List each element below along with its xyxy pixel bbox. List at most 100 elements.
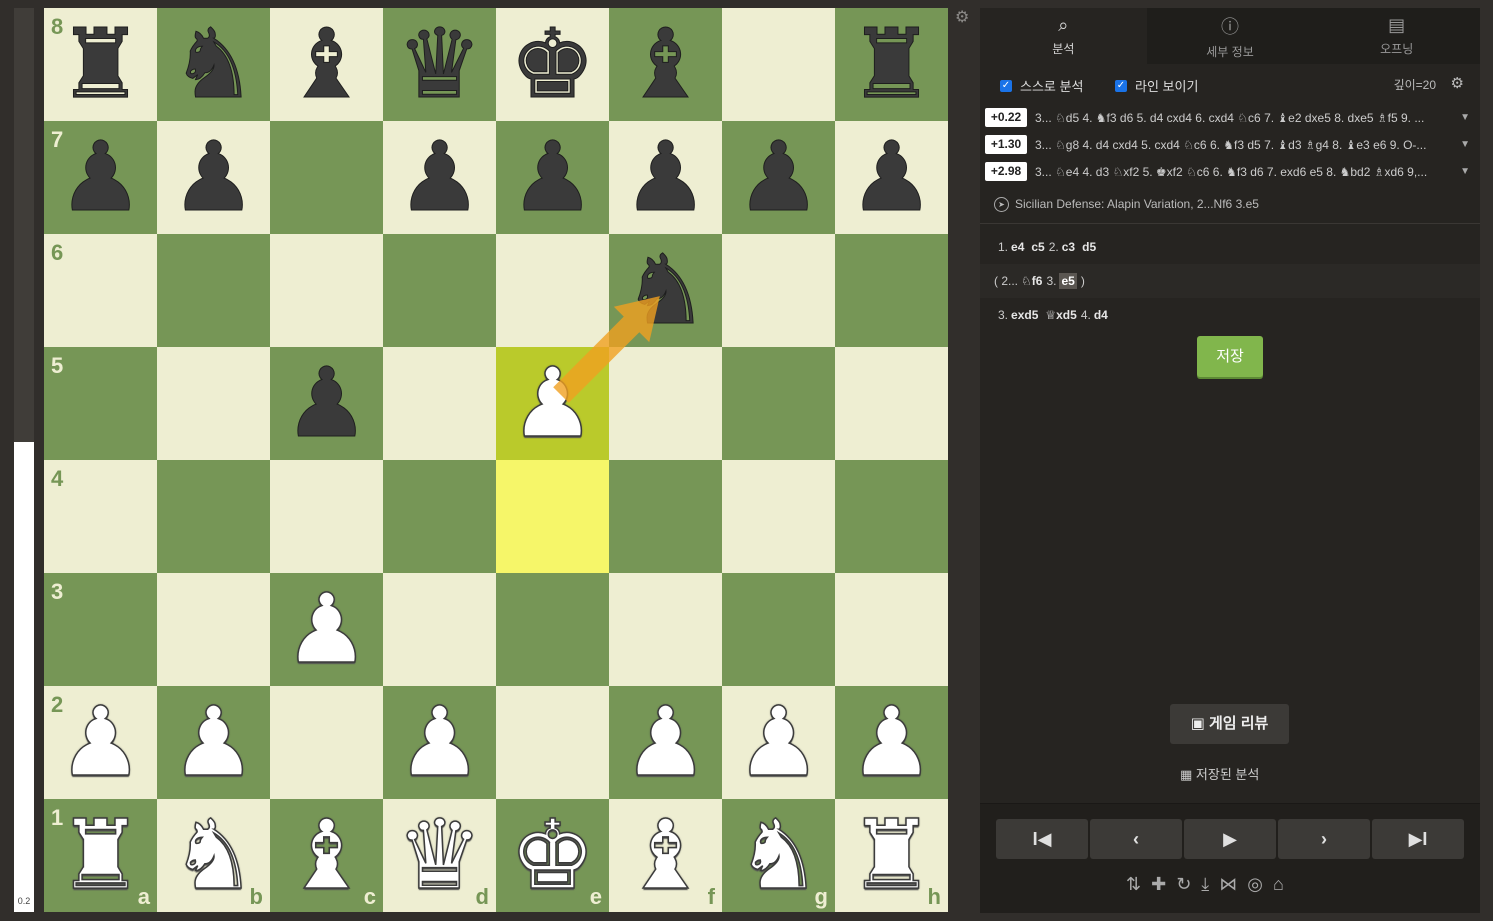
saved-analysis-link[interactable]: ▦ 저장된 분석: [1180, 764, 1259, 783]
first-move-button[interactable]: I◀: [996, 819, 1088, 859]
square-c7[interactable]: [270, 121, 383, 234]
square-g6[interactable]: [722, 234, 835, 347]
game-review-button[interactable]: ▣ 게임 리뷰: [1170, 704, 1289, 744]
square-h8[interactable]: ♜: [835, 8, 948, 121]
square-d1[interactable]: d ♛: [383, 798, 496, 912]
move[interactable]: ♘f6: [1021, 274, 1042, 288]
square-c2[interactable]: [270, 686, 383, 799]
square-b8[interactable]: ♞: [157, 8, 270, 121]
tab-analysis[interactable]: ⌕ 분석: [980, 8, 1147, 64]
square-e8[interactable]: ♚: [496, 8, 609, 121]
line-moves[interactable]: 3... ♘d5 4. ♞f3 d6 5. d4 cxd4 6. cxd4 ♘c…: [1035, 111, 1440, 125]
square-f4[interactable]: [609, 460, 722, 573]
flip-icon[interactable]: ⇅: [1126, 874, 1141, 895]
square-a1[interactable]: 1 a ♜: [44, 798, 157, 912]
tab-opening[interactable]: ▤ 오프닝: [1313, 8, 1481, 64]
square-c3[interactable]: ♟: [270, 572, 383, 686]
square-e2[interactable]: [496, 686, 609, 799]
square-f1[interactable]: f ♝: [609, 798, 722, 912]
square-c8[interactable]: ♝: [270, 8, 383, 121]
move[interactable]: c3: [1062, 240, 1075, 254]
square-a8[interactable]: 8 ♜: [44, 8, 157, 121]
white-king-icon[interactable]: ♚: [496, 798, 609, 912]
square-h1[interactable]: h ♜: [835, 798, 948, 912]
square-g8[interactable]: [722, 8, 835, 121]
show-lines-checkbox[interactable]: ✓ 라인 보이기: [1115, 76, 1198, 95]
square-e5[interactable]: ♟: [496, 346, 609, 460]
black-pawn-icon[interactable]: ♟: [496, 121, 609, 234]
white-rook-icon[interactable]: ♜: [835, 798, 948, 912]
square-a3[interactable]: 3: [44, 573, 157, 686]
black-knight-icon[interactable]: ♞: [157, 8, 270, 121]
share-icon[interactable]: ⋈: [1219, 874, 1237, 895]
square-b5[interactable]: [157, 347, 270, 460]
square-e4[interactable]: [496, 460, 609, 573]
move[interactable]: exd5: [1011, 308, 1038, 322]
square-e1[interactable]: e ♚: [496, 798, 609, 912]
square-g3[interactable]: [722, 573, 835, 686]
square-f3[interactable]: [609, 573, 722, 686]
black-pawn-icon[interactable]: ♟: [270, 347, 383, 460]
square-b3[interactable]: [157, 573, 270, 686]
next-move-button[interactable]: ›: [1278, 819, 1370, 859]
board-settings-gear-icon[interactable]: ⚙: [955, 10, 971, 26]
square-d5[interactable]: [383, 347, 496, 460]
white-bishop-icon[interactable]: ♝: [609, 798, 722, 912]
square-a4[interactable]: 4: [44, 460, 157, 573]
target-icon[interactable]: ◎: [1247, 874, 1263, 895]
square-d2[interactable]: ♟: [383, 685, 496, 799]
square-h7[interactable]: ♟: [835, 121, 948, 234]
square-f8[interactable]: ♝: [609, 8, 722, 121]
white-pawn-icon[interactable]: ♟: [157, 685, 270, 799]
square-c6[interactable]: [270, 234, 383, 347]
tab-details[interactable]: ⓘ 세부 정보: [1146, 8, 1314, 64]
square-b7[interactable]: ♟: [157, 121, 270, 234]
square-f5[interactable]: [609, 347, 722, 460]
save-button[interactable]: 저장: [1197, 336, 1263, 377]
square-f7[interactable]: ♟: [609, 121, 722, 234]
black-knight-icon[interactable]: ♞: [609, 234, 722, 347]
square-a2[interactable]: 2 ♟: [44, 685, 157, 799]
black-pawn-icon[interactable]: ♟: [44, 121, 157, 234]
square-c5[interactable]: ♟: [270, 347, 383, 460]
square-f2[interactable]: ♟: [609, 685, 722, 799]
depth-indicator[interactable]: 깊이=20: [1394, 76, 1436, 93]
move[interactable]: e4: [1011, 240, 1024, 254]
chevron-down-icon[interactable]: ▼: [1460, 112, 1470, 123]
white-knight-icon[interactable]: ♞: [157, 798, 270, 912]
square-b2[interactable]: ♟: [157, 685, 270, 799]
black-pawn-icon[interactable]: ♟: [609, 121, 722, 234]
square-a6[interactable]: 6: [44, 234, 157, 347]
square-e3[interactable]: [496, 573, 609, 686]
black-queen-icon[interactable]: ♛: [383, 8, 496, 121]
black-rook-icon[interactable]: ♜: [44, 8, 157, 121]
square-b4[interactable]: [157, 460, 270, 573]
square-h2[interactable]: ♟: [835, 685, 948, 799]
square-a7[interactable]: 7 ♟: [44, 121, 157, 234]
previous-move-button[interactable]: ‹: [1090, 819, 1182, 859]
square-g2[interactable]: ♟: [722, 685, 835, 799]
move[interactable]: ♕xd5: [1045, 308, 1076, 322]
chevron-down-icon[interactable]: ▼: [1460, 139, 1470, 150]
reset-icon[interactable]: ↻: [1176, 874, 1191, 895]
black-pawn-icon[interactable]: ♟: [157, 121, 270, 234]
square-g1[interactable]: g ♞: [722, 798, 835, 912]
square-c4[interactable]: [270, 460, 383, 573]
square-h6[interactable]: [835, 234, 948, 347]
chess-board[interactable]: 8 ♜ ♞ ♝ ♛ ♚ ♝ ♜ 7 ♟ ♟ ♟ ♟ ♟ ♟ ♟ 6 ♞ 5 ♟ ♟ 4 3 ♟ 2 ♟ ♟ ♟ ♟ ♟ ♟ 1 a ♜ b ♞ c ♝ d ♛…: [44, 8, 948, 912]
square-g7[interactable]: ♟: [722, 121, 835, 234]
download-icon[interactable]: ⤓: [1201, 874, 1209, 895]
square-b6[interactable]: [157, 234, 270, 347]
white-bishop-icon[interactable]: ♝: [270, 798, 383, 912]
white-pawn-icon[interactable]: ♟: [270, 572, 383, 686]
white-pawn-icon[interactable]: ♟: [835, 685, 948, 799]
square-h3[interactable]: [835, 573, 948, 686]
black-pawn-icon[interactable]: ♟: [722, 121, 835, 234]
play-button[interactable]: ▶: [1184, 819, 1276, 859]
square-g4[interactable]: [722, 460, 835, 573]
engine-settings-gear-icon[interactable]: ⚙: [1451, 74, 1464, 92]
square-d6[interactable]: [383, 234, 496, 347]
black-pawn-icon[interactable]: ♟: [383, 121, 496, 234]
add-icon[interactable]: ✚: [1151, 874, 1166, 895]
black-bishop-icon[interactable]: ♝: [270, 8, 383, 121]
